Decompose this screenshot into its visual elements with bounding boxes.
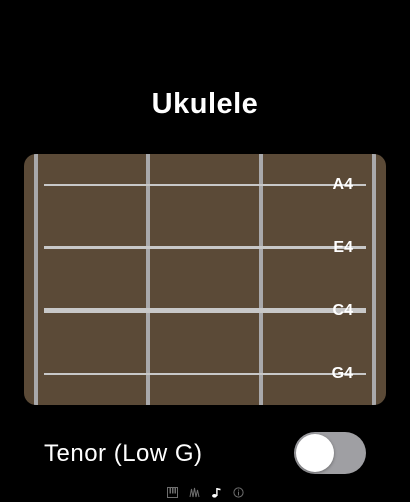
page-dot-piano[interactable] [166, 486, 178, 498]
page-indicator [0, 485, 410, 499]
fret-3 [372, 154, 376, 405]
fret-2 [259, 154, 263, 405]
piano-icon [166, 486, 178, 498]
string-e4[interactable] [44, 246, 366, 249]
toggle-knob [296, 434, 334, 472]
string-note-label: G4 [331, 365, 353, 382]
string-note-label: E4 [333, 239, 353, 256]
page-dot-info[interactable] [232, 486, 244, 498]
page-dot-waveform[interactable] [189, 487, 200, 498]
ukulele-fretboard: A4 E4 C4 G4 [24, 154, 386, 405]
tenor-low-g-label: Tenor (Low G) [44, 440, 203, 467]
page-dot-music-note[interactable] [211, 487, 222, 498]
string-c4[interactable] [44, 308, 366, 313]
nut-fret [34, 154, 38, 405]
page-title: Ukulele [151, 88, 259, 120]
fret-1 [146, 154, 150, 405]
string-a4[interactable] [44, 184, 366, 186]
waveform-icon [189, 487, 199, 497]
string-note-label: C4 [332, 302, 353, 319]
music-note-icon [211, 487, 220, 498]
tenor-low-g-row: Tenor (Low G) [44, 432, 366, 476]
string-g4[interactable] [44, 373, 366, 375]
tenor-low-g-toggle[interactable] [294, 432, 366, 474]
string-note-label: A4 [332, 176, 353, 193]
info-icon [232, 486, 244, 498]
